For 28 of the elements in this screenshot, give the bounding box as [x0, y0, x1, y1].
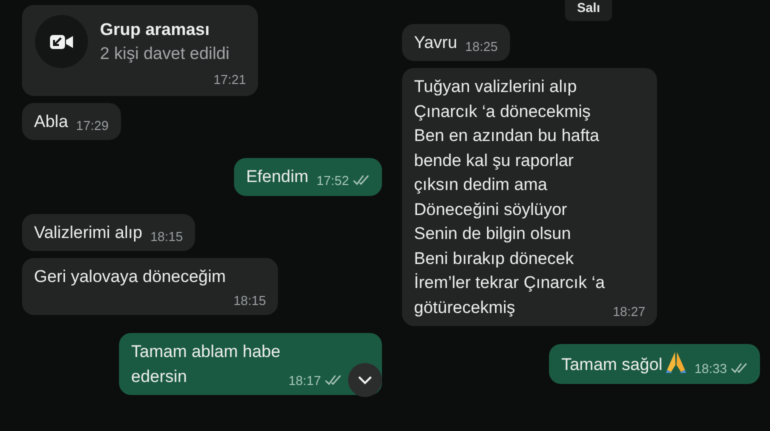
message-text: Tuğyan valizlerini alıp Çınarcık ‘a dönecekmiş Ben en azından bu hafta bende kal şu raporlar çıksın dedim ama Döneceğini söylüyor Senin de bilgin olsun Beni bırakıp dönecek İrem’ler tekrar Çınarcık ‘a götürecekmiş: [414, 76, 605, 319]
outgoing-message-bubble[interactable]: Tamam ablam habe edersin 18:17: [119, 333, 382, 395]
outgoing-message-bubble[interactable]: Efendim 17:52: [234, 158, 382, 196]
message-text: Tamam ablam habe edersin: [131, 341, 280, 388]
message-time: 18:15: [233, 292, 266, 310]
message-time: 18:25: [465, 38, 498, 56]
message-text: Yavru: [414, 32, 458, 54]
message-time: 17:21: [213, 71, 246, 89]
call-title: Grup araması: [100, 18, 211, 40]
call-message-bubble[interactable]: Grup araması 2 kişi davet edildi 17:21: [22, 5, 258, 96]
call-subtitle: 2 kişi davet edildi: [100, 42, 230, 65]
message-text: Tamam sağol: [561, 351, 686, 378]
date-chip: Salı: [565, 0, 612, 20]
message-time: 18:33: [694, 360, 727, 378]
message-text: Valizlerimi alıp: [34, 222, 142, 244]
incoming-message-bubble[interactable]: Valizlerimi alıp 18:15: [22, 214, 195, 251]
incoming-message-bubble[interactable]: Geri yalovaya döneceğim 18:15: [22, 258, 278, 315]
message-time: 17:52: [316, 172, 349, 190]
incoming-message-bubble[interactable]: Abla 17:29: [22, 102, 121, 140]
message-time: 18:27: [612, 302, 646, 320]
message-text: Efendim: [246, 166, 308, 188]
message-time: 17:29: [76, 116, 109, 134]
message-time: 18:17: [288, 372, 321, 390]
outgoing-message-bubble[interactable]: Tamam sağol 18:33: [549, 344, 760, 384]
message-text: Abla: [34, 110, 68, 132]
incoming-message-bubble[interactable]: Yavru 18:25: [402, 24, 510, 61]
message-time: 18:15: [150, 228, 183, 246]
message-text: Geri yalovaya döneceğim: [34, 266, 226, 288]
